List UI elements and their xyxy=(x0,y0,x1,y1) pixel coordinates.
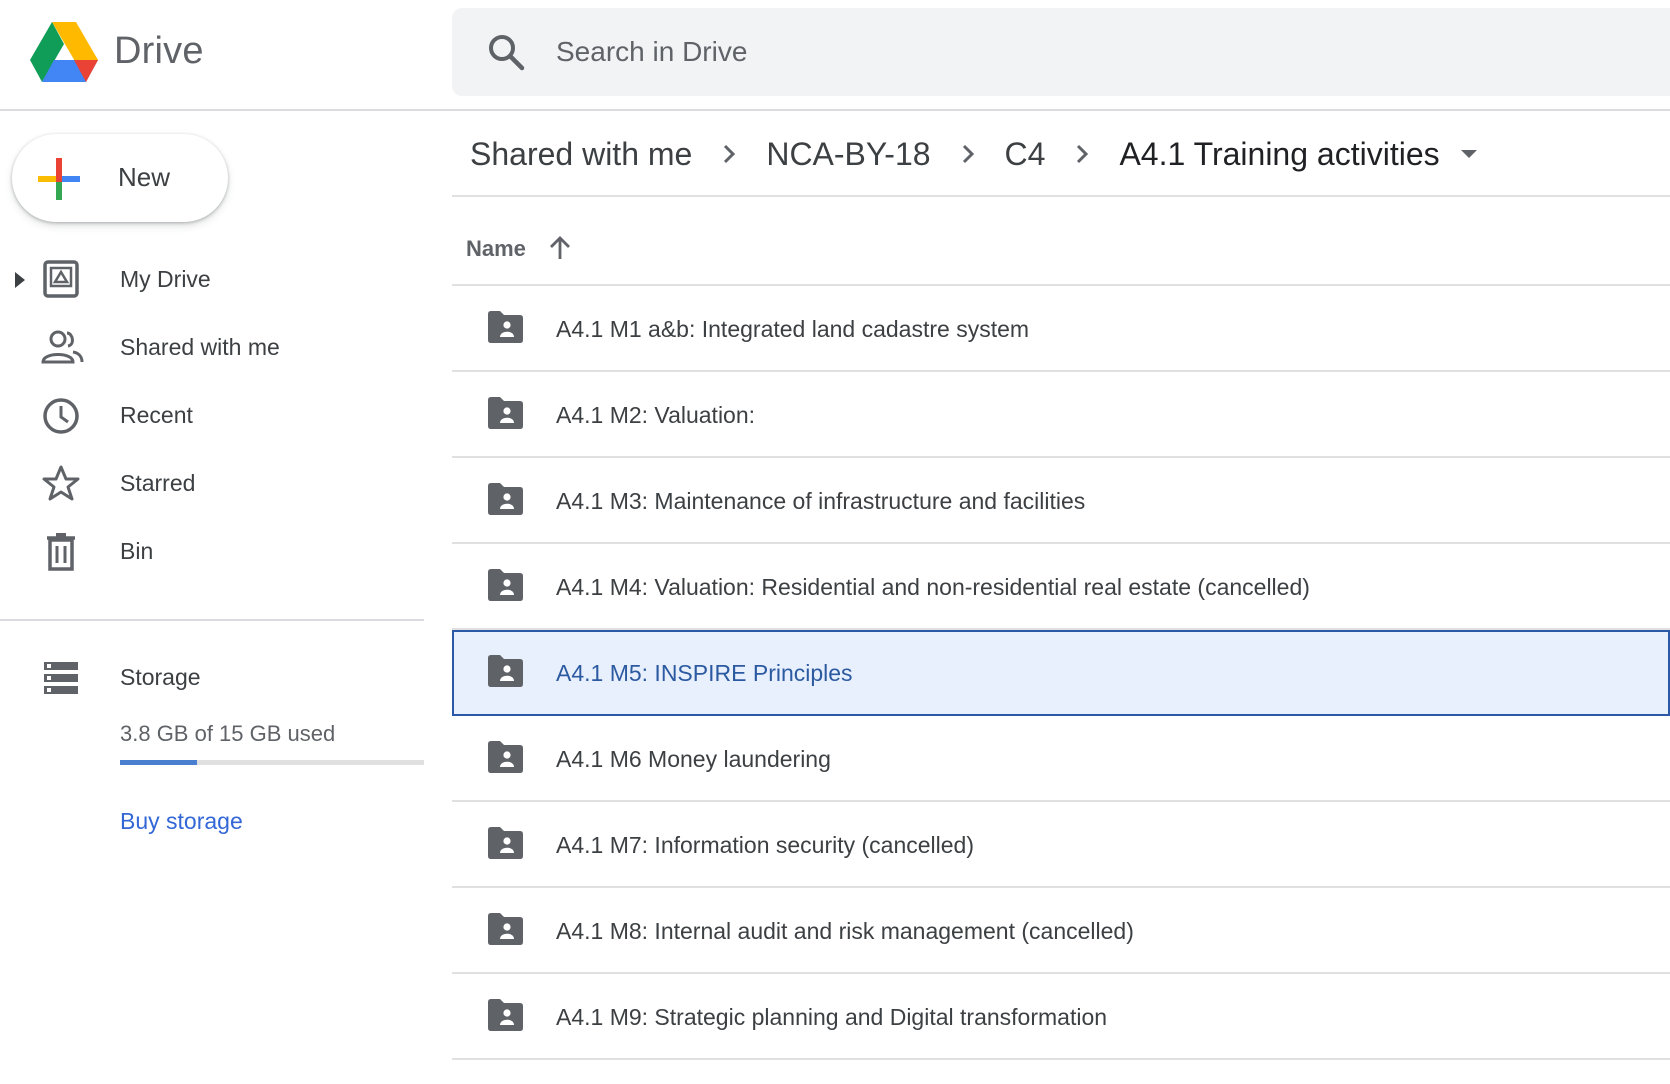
sidebar-item-shared-with-me[interactable]: Shared with me xyxy=(0,320,424,376)
file-name: A4.1 M8: Internal audit and risk managem… xyxy=(556,918,1134,944)
shared-folder-icon xyxy=(488,741,523,773)
file-name: A4.1 M4: Valuation: Residential and non-… xyxy=(556,574,1310,600)
sort-ascending-arrow-icon[interactable] xyxy=(546,234,574,262)
storage-usage-text: 3.8 GB of 15 GB used xyxy=(120,721,336,746)
shared-folder-icon xyxy=(488,827,523,859)
sidebar-item-bin[interactable]: Bin xyxy=(0,524,424,580)
storage-icon xyxy=(44,662,78,694)
shared-folder-icon xyxy=(488,311,523,343)
file-name: A4.1 M5: INSPIRE Principles xyxy=(556,660,853,686)
sidebar-item-label: Storage xyxy=(120,664,201,690)
breadcrumb-divider xyxy=(452,195,1670,197)
people-icon xyxy=(41,330,84,364)
file-name: A4.1 M2: Valuation: xyxy=(556,402,756,428)
sidebar-item-label: Shared with me xyxy=(120,334,280,360)
file-name: A4.1 M6 Money laundering xyxy=(556,746,831,772)
file-name: A4.1 M9: Strategic planning and Digital … xyxy=(556,1004,1108,1030)
sidebar-item-label: Bin xyxy=(120,538,154,564)
file-name: A4.1 M3: Maintenance of infrastructure a… xyxy=(556,488,1086,514)
table-row[interactable]: A4.1 M9: Strategic planning and Digital … xyxy=(452,974,1670,1060)
sidebar-item-label: Starred xyxy=(120,470,196,496)
table-row-selected[interactable]: A4.1 M5: INSPIRE Principles xyxy=(452,630,1670,716)
new-button-label: New xyxy=(118,162,171,192)
breadcrumb-current-folder[interactable]: A4.1 Training activities xyxy=(1119,136,1439,173)
table-row[interactable]: A4.1 M8: Internal audit and risk managem… xyxy=(452,888,1670,974)
storage-progress-fill xyxy=(120,760,197,765)
table-row[interactable]: A4.1 M6 Money laundering xyxy=(452,716,1670,802)
table-row[interactable]: A4.1 M2: Valuation: xyxy=(452,372,1670,458)
star-icon xyxy=(42,465,80,501)
table-row[interactable]: A4.1 M1 a&b: Integrated land cadastre sy… xyxy=(452,286,1670,372)
shared-folder-icon xyxy=(488,655,523,687)
new-button[interactable]: New xyxy=(12,134,228,222)
sidebar-item-my-drive[interactable]: My Drive xyxy=(0,252,424,308)
chevron-right-icon xyxy=(1077,144,1089,164)
my-drive-icon xyxy=(43,260,79,298)
shared-folder-icon xyxy=(488,483,523,515)
file-name: A4.1 M7: Information security (cancelled… xyxy=(556,832,975,858)
drive-logo-icon[interactable] xyxy=(30,20,98,82)
trash-icon xyxy=(47,533,75,571)
list-column-header: Name xyxy=(452,226,1670,270)
chevron-right-icon xyxy=(724,144,736,164)
sidebar-item-label: Recent xyxy=(120,402,193,428)
shared-folder-icon xyxy=(488,569,523,601)
search-bar[interactable]: Search in Drive xyxy=(452,8,1670,96)
sidebar-item-starred[interactable]: Starred xyxy=(0,456,424,512)
app-title: Drive xyxy=(114,30,204,72)
storage-progress-bar xyxy=(120,760,424,765)
multicolor-plus-icon xyxy=(38,158,80,200)
shared-folder-icon xyxy=(488,397,523,429)
clock-icon xyxy=(43,398,79,434)
sidebar-item-storage[interactable]: Storage xyxy=(0,650,424,706)
sidebar-item-recent[interactable]: Recent xyxy=(0,388,424,444)
shared-folder-icon xyxy=(488,999,523,1031)
file-name: A4.1 M1 a&b: Integrated land cadastre sy… xyxy=(556,316,1030,342)
breadcrumb-item-nca-by-18[interactable]: NCA-BY-18 xyxy=(766,136,930,173)
top-bar: Drive Search in Drive xyxy=(0,0,1670,111)
sidebar-item-label: My Drive xyxy=(120,266,211,292)
name-column-header[interactable]: Name xyxy=(466,236,526,262)
expand-arrow-icon[interactable] xyxy=(12,270,28,290)
shared-folder-icon xyxy=(488,913,523,945)
table-row[interactable]: A4.1 M7: Information security (cancelled… xyxy=(452,802,1670,888)
search-icon[interactable] xyxy=(486,32,526,72)
chevron-right-icon xyxy=(962,144,974,164)
search-input[interactable]: Search in Drive xyxy=(556,36,747,68)
sidebar-divider xyxy=(0,619,424,621)
breadcrumb: Shared with me NCA-BY-18 C4 A4.1 Trainin… xyxy=(470,132,1480,176)
table-row[interactable]: A4.1 M4: Valuation: Residential and non-… xyxy=(452,544,1670,630)
table-row[interactable]: A4.1 M3: Maintenance of infrastructure a… xyxy=(452,458,1670,544)
breadcrumb-item-shared-with-me[interactable]: Shared with me xyxy=(470,136,692,173)
dropdown-arrow-icon[interactable] xyxy=(1458,147,1480,161)
breadcrumb-item-c4[interactable]: C4 xyxy=(1005,136,1046,173)
buy-storage-link[interactable]: Buy storage xyxy=(120,808,243,835)
